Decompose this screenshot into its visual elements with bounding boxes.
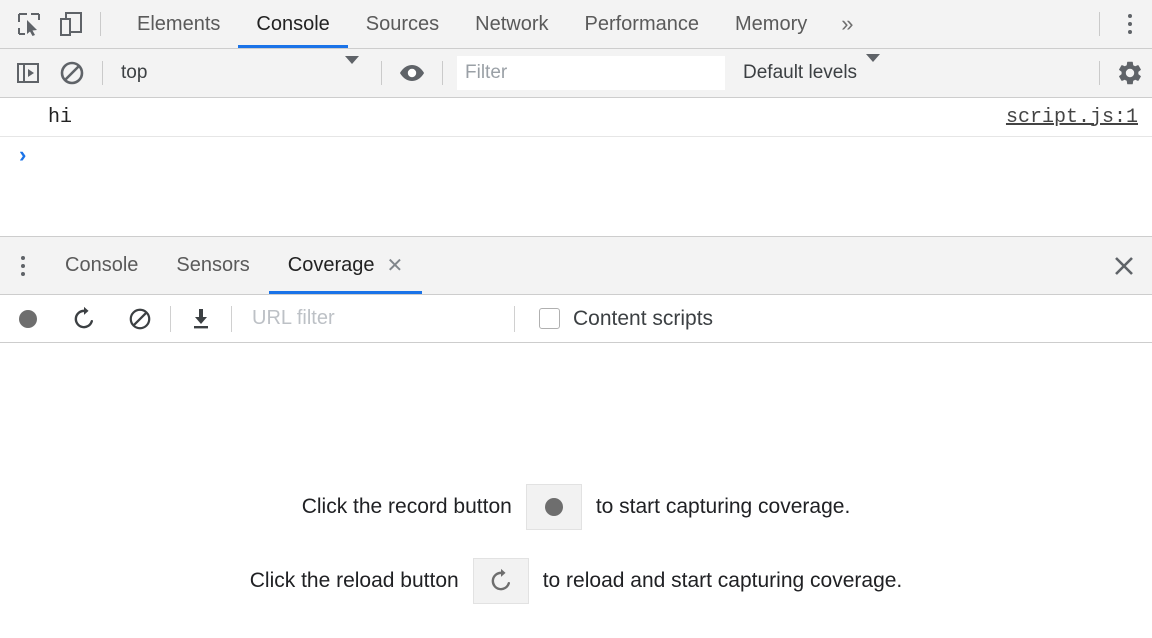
- hint-text: to start capturing coverage.: [596, 495, 850, 519]
- device-toolbar-icon: [58, 11, 84, 37]
- chevron-down-icon: [345, 64, 359, 82]
- kebab-menu-icon: [1128, 14, 1132, 34]
- chevron-double-right-icon: »: [841, 11, 853, 37]
- drawer-tab-coverage[interactable]: Coverage ✕: [269, 237, 422, 294]
- tab-elements[interactable]: Elements: [119, 0, 238, 48]
- toolbar-divider: [102, 61, 103, 85]
- live-expressions-button[interactable]: [390, 49, 434, 97]
- toolbar-divider: [442, 61, 443, 85]
- log-levels-selector[interactable]: Default levels: [743, 62, 880, 84]
- coverage-export-button[interactable]: [173, 295, 229, 342]
- inline-record-button[interactable]: [526, 484, 582, 530]
- tab-label: Console: [256, 13, 329, 36]
- clear-icon: [128, 307, 152, 331]
- drawer-tab-sensors[interactable]: Sensors: [157, 237, 268, 294]
- drawer-tab-label: Console: [65, 254, 138, 277]
- content-scripts-checkbox[interactable]: Content scripts: [539, 307, 713, 331]
- execution-context-selector[interactable]: top: [111, 49, 373, 97]
- console-toolbar-right: [1091, 49, 1152, 97]
- inspect-cursor-icon: [16, 11, 42, 37]
- execution-context-label: top: [121, 62, 147, 84]
- toolbar-divider: [100, 12, 101, 36]
- tab-network[interactable]: Network: [457, 0, 566, 48]
- toolbar-divider: [231, 306, 232, 332]
- main-tab-list: Elements Console Sources Network Perform…: [119, 0, 869, 48]
- more-tabs-button[interactable]: »: [825, 0, 869, 48]
- reload-icon: [488, 568, 514, 594]
- record-circle-icon: [542, 495, 566, 519]
- toolbar-divider: [1099, 61, 1100, 85]
- chevron-down-icon: [866, 62, 880, 84]
- inspect-element-button[interactable]: [8, 0, 50, 48]
- drawer-menu-button[interactable]: [0, 237, 46, 294]
- console-settings-button[interactable]: [1108, 49, 1152, 97]
- toolbar-divider: [381, 61, 382, 85]
- console-toolbar: top Default levels: [0, 49, 1152, 98]
- coverage-clear-button[interactable]: [112, 295, 168, 342]
- main-menu-button[interactable]: [1108, 0, 1152, 48]
- tab-label: Performance: [585, 13, 700, 36]
- tab-label: Sources: [366, 13, 439, 36]
- live-expressions-eye-icon: [398, 62, 426, 84]
- drawer-panel: Console Sensors Coverage ✕: [0, 236, 1152, 638]
- console-message-list: hi script.js:1 ›: [0, 98, 1152, 236]
- drawer-tab-label: Sensors: [176, 254, 249, 277]
- tab-performance[interactable]: Performance: [567, 0, 718, 48]
- prompt-chevron-icon: ›: [16, 144, 29, 169]
- kebab-menu-icon: [21, 256, 25, 276]
- coverage-record-button[interactable]: [0, 295, 56, 342]
- coverage-url-filter-input[interactable]: [250, 303, 484, 335]
- clear-console-icon: [59, 60, 85, 86]
- main-tabbar-right: [1091, 0, 1152, 48]
- record-circle-icon: [16, 307, 40, 331]
- drawer-tab-label: Coverage: [288, 254, 375, 277]
- reload-icon: [71, 306, 97, 332]
- toolbar-divider: [170, 306, 171, 332]
- drawer-tab-console[interactable]: Console: [46, 237, 157, 294]
- toolbar-divider: [1099, 12, 1100, 36]
- download-icon: [189, 307, 213, 331]
- console-message-row[interactable]: hi script.js:1: [0, 98, 1152, 137]
- console-message-text: hi: [48, 106, 72, 129]
- tab-memory[interactable]: Memory: [717, 0, 825, 48]
- close-icon[interactable]: ✕: [386, 256, 403, 276]
- inline-reload-button[interactable]: [473, 558, 529, 604]
- hint-text: Click the record button: [302, 495, 512, 519]
- console-sidebar-toggle-button[interactable]: [6, 49, 50, 97]
- coverage-hint-reload: Click the reload button to reload and st…: [250, 558, 903, 604]
- console-prompt[interactable]: ›: [0, 137, 1152, 175]
- coverage-empty-state: Click the record button to start capturi…: [0, 343, 1152, 638]
- tab-label: Network: [475, 13, 548, 36]
- close-icon: [1112, 254, 1136, 278]
- tab-label: Elements: [137, 13, 220, 36]
- clear-console-button[interactable]: [50, 49, 94, 97]
- tab-sources[interactable]: Sources: [348, 0, 457, 48]
- console-sidebar-icon: [15, 60, 41, 86]
- device-toolbar-button[interactable]: [50, 0, 92, 48]
- drawer-tabbar: Console Sensors Coverage ✕: [0, 237, 1152, 295]
- hint-text: to reload and start capturing coverage.: [543, 569, 903, 593]
- checkbox-box[interactable]: [539, 308, 560, 329]
- coverage-hint-record: Click the record button to start capturi…: [302, 484, 851, 530]
- devtools-window: Elements Console Sources Network Perform…: [0, 0, 1152, 638]
- tab-label: Memory: [735, 13, 807, 36]
- gear-icon: [1116, 59, 1144, 87]
- console-message-source-link[interactable]: script.js:1: [1006, 106, 1138, 129]
- hint-text: Click the reload button: [250, 569, 459, 593]
- main-tabbar: Elements Console Sources Network Perform…: [0, 0, 1152, 49]
- log-levels-label: Default levels: [743, 62, 857, 84]
- tab-console[interactable]: Console: [238, 0, 347, 48]
- coverage-toolbar: Content scripts: [0, 295, 1152, 343]
- console-filter-input[interactable]: [457, 56, 725, 90]
- content-scripts-label: Content scripts: [573, 307, 713, 331]
- close-drawer-button[interactable]: [1096, 237, 1152, 294]
- coverage-reload-button[interactable]: [56, 295, 112, 342]
- toolbar-divider: [514, 306, 515, 332]
